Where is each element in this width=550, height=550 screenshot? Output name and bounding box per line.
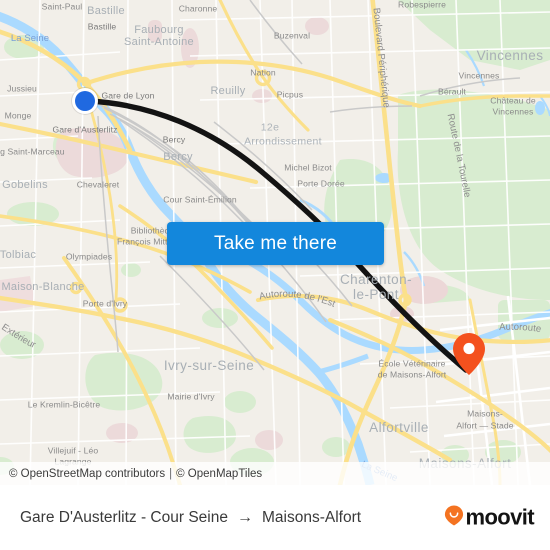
moovit-pin-icon xyxy=(444,504,464,531)
route-destination-label: Maisons-Alfort xyxy=(261,508,362,526)
route-origin-label: Gare D'Austerlitz - Cour Seine xyxy=(20,508,228,526)
attribution-openmaptiles[interactable]: © OpenMapTiles xyxy=(176,468,262,480)
attribution-separator: | xyxy=(169,467,173,480)
map-screenshot: Boulevard Périphérique Route de la Toure… xyxy=(0,0,550,550)
map-canvas[interactable]: Boulevard Périphérique Route de la Toure… xyxy=(0,0,550,485)
footer-bar: Gare D'Austerlitz - Cour Seine → Maisons… xyxy=(0,485,550,550)
moovit-logo[interactable]: moovit xyxy=(444,504,535,531)
route-summary: Gare D'Austerlitz - Cour Seine → Maisons… xyxy=(20,509,361,527)
attribution-osm[interactable]: © OpenStreetMap contributors xyxy=(9,468,165,480)
arrow-right-icon: → xyxy=(236,508,253,526)
destination-marker[interactable] xyxy=(452,332,486,376)
origin-marker[interactable] xyxy=(72,88,98,114)
take-me-there-button[interactable]: Take me there xyxy=(167,222,384,265)
moovit-wordmark: moovit xyxy=(465,504,534,530)
map-attribution: © OpenStreetMap contributors | © OpenMap… xyxy=(0,462,550,485)
